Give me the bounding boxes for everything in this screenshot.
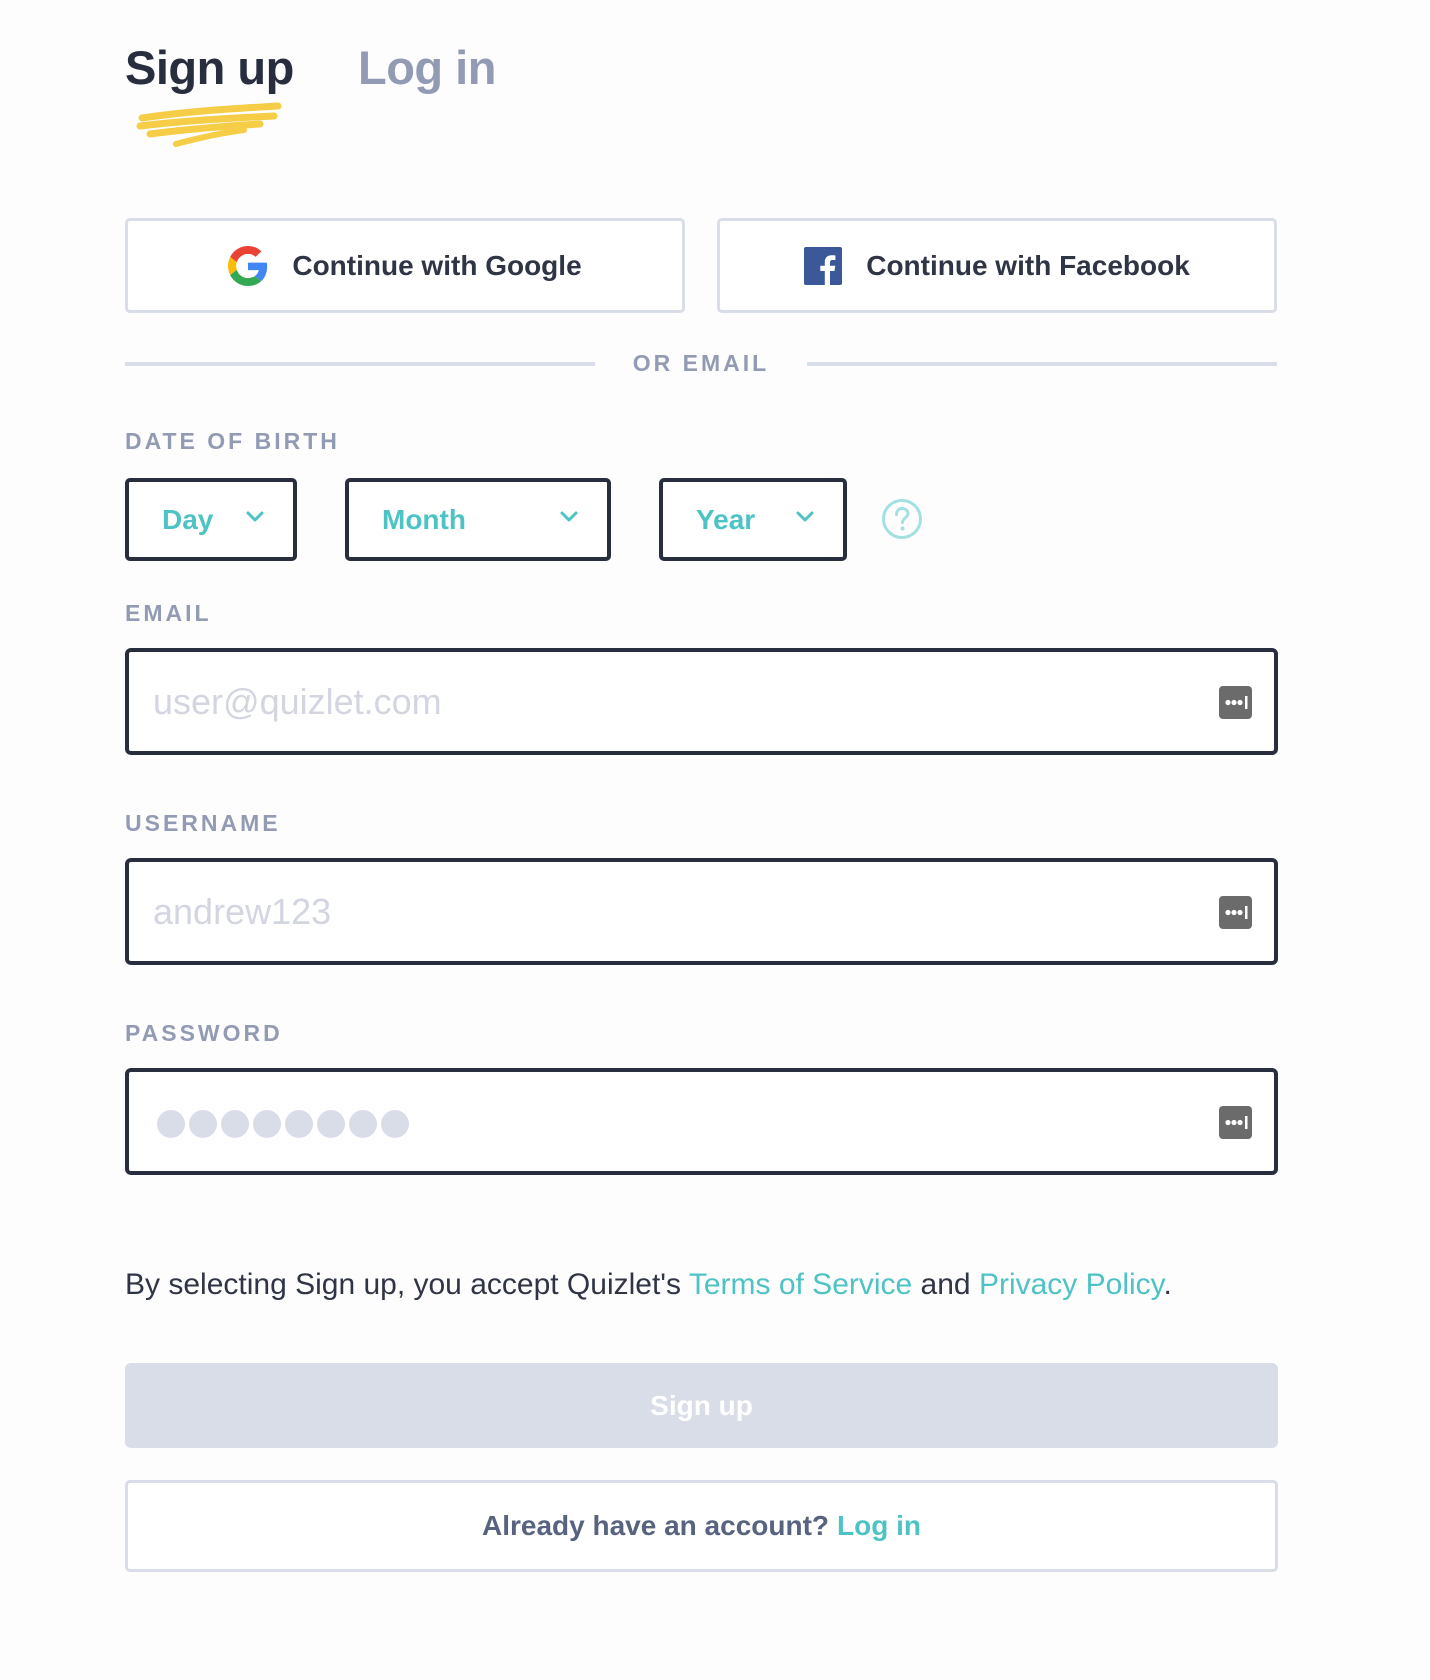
password-field[interactable] [125, 1068, 1278, 1175]
privacy-policy-link[interactable]: Privacy Policy [979, 1268, 1163, 1301]
password-mask-dot [253, 1110, 281, 1138]
terms-of-service-link[interactable]: Terms of Service [689, 1268, 912, 1301]
year-select-value: Year [696, 503, 756, 535]
terms-and: and [912, 1268, 979, 1301]
google-icon [228, 245, 268, 286]
email-field-container [125, 648, 1278, 755]
email-field[interactable] [153, 652, 1153, 751]
day-select[interactable]: Day [125, 478, 297, 561]
continue-with-google-button[interactable]: Continue with Google [125, 218, 685, 313]
password-mask-dot [221, 1110, 249, 1138]
facebook-icon [804, 246, 843, 285]
already-have-account-box: Already have an account? Log in [125, 1480, 1278, 1572]
chevron-down-icon [246, 511, 264, 522]
password-label: PASSWORD [125, 1020, 283, 1046]
password-mask-dots [157, 1110, 409, 1138]
password-manager-key-icon[interactable] [1219, 896, 1252, 929]
log-in-link[interactable]: Log in [837, 1510, 921, 1542]
or-email-divider-text: OR EMAIL [632, 350, 770, 376]
chevron-down-icon [796, 511, 814, 522]
active-tab-underline-scribble [136, 102, 282, 147]
tab-log-in[interactable]: Log in [358, 40, 496, 95]
day-select-value: Day [162, 503, 214, 535]
password-mask-dot [317, 1110, 345, 1138]
date-of-birth-label: DATE OF BIRTH [125, 428, 340, 454]
google-button-label: Continue with Google [292, 249, 582, 281]
username-field-container [125, 858, 1278, 965]
chevron-down-icon [560, 511, 578, 522]
password-mask-dot [381, 1110, 409, 1138]
continue-with-facebook-button[interactable]: Continue with Facebook [717, 218, 1277, 313]
tab-sign-up[interactable]: Sign up [125, 40, 294, 95]
password-mask-dot [349, 1110, 377, 1138]
help-question-icon[interactable] [881, 498, 923, 540]
already-have-account-text: Already have an account? [482, 1510, 830, 1541]
divider-line-right [807, 362, 1277, 366]
password-manager-key-icon[interactable] [1219, 1106, 1252, 1139]
terms-suffix: . [1163, 1268, 1172, 1301]
username-field[interactable] [153, 862, 1153, 961]
terms-prefix: By selecting Sign up, you accept Quizlet… [125, 1268, 689, 1301]
password-manager-key-icon[interactable] [1219, 686, 1252, 719]
password-mask-dot [189, 1110, 217, 1138]
sign-up-button[interactable]: Sign up [125, 1363, 1278, 1448]
email-label: EMAIL [125, 600, 212, 626]
facebook-button-label: Continue with Facebook [866, 249, 1190, 281]
terms-notice: By selecting Sign up, you accept Quizlet… [125, 1268, 1172, 1302]
password-mask-dot [157, 1110, 185, 1138]
divider-line-left [125, 362, 595, 366]
year-select[interactable]: Year [659, 478, 847, 561]
password-mask-dot [285, 1110, 313, 1138]
month-select-value: Month [382, 503, 466, 535]
username-label: USERNAME [125, 810, 281, 836]
month-select[interactable]: Month [345, 478, 611, 561]
